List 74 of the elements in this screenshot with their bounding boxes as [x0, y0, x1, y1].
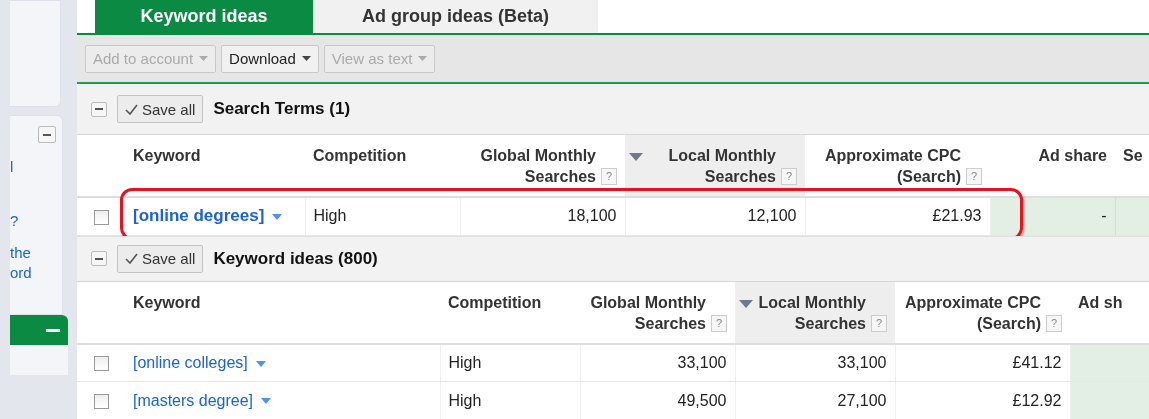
sidebar-panel [10, 345, 68, 375]
keyword-link[interactable]: [online degrees] [133, 206, 265, 226]
collapse-button[interactable] [38, 126, 56, 143]
column-label: Ad sh [1078, 292, 1123, 313]
keyword-link[interactable]: [online colleges] [133, 353, 248, 371]
column-header[interactable]: Keyword [125, 135, 305, 197]
column-label: Approximate CPC (Search) [823, 146, 961, 187]
table-cell: 12,100 [747, 207, 797, 225]
collapse-icon [46, 328, 60, 332]
tab[interactable]: Ad group ideas (Beta) [313, 0, 598, 33]
sort-arrow-icon[interactable] [739, 299, 753, 308]
column-header[interactable]: Competition [305, 135, 460, 197]
sidebar-link[interactable]: the [10, 244, 31, 261]
column-label: Approximate CPC (Search) [903, 292, 1041, 334]
column-label: Competition [448, 292, 542, 313]
column-header[interactable]: Keyword [125, 281, 440, 344]
tab[interactable]: Keyword ideas [95, 0, 313, 33]
sidebar-link[interactable]: l [10, 158, 14, 175]
caret-icon [301, 56, 311, 61]
table-cell: - [990, 197, 1115, 235]
table-cell: High [448, 353, 482, 371]
column-header[interactable]: Approximate CPC (Search) ? [805, 135, 990, 197]
help-icon[interactable]: ? [711, 314, 727, 332]
caret-icon [199, 56, 209, 61]
sidebar-link[interactable]: ? [10, 212, 19, 229]
keyword-link[interactable]: [masters degree] [133, 391, 254, 409]
column-label: Local Monthly Searches [757, 292, 866, 334]
table-cell: High [313, 207, 347, 225]
section-title: Keyword ideas (800) [213, 248, 378, 269]
row-checkbox[interactable] [93, 393, 109, 409]
sidebar-link[interactable]: ord [10, 264, 32, 281]
column-header[interactable]: Local Monthly Searches ? [625, 135, 805, 197]
table-cell: 27,100 [837, 391, 887, 409]
collapse-button[interactable] [91, 101, 107, 117]
save-all-button[interactable]: Save all [117, 244, 204, 273]
caret-icon[interactable] [261, 398, 272, 405]
table-cell: £41.12 [1012, 353, 1062, 371]
column-label: Se [1123, 146, 1143, 166]
caret-icon [418, 56, 428, 61]
collapse-button[interactable] [91, 251, 107, 266]
column-header[interactable]: Ad sh [1070, 281, 1149, 344]
caret-icon[interactable] [272, 214, 283, 220]
table-cell: High [448, 391, 482, 409]
table-cell: 33,100 [837, 353, 887, 371]
help-icon[interactable]: ? [871, 314, 887, 332]
toolbar-button[interactable]: Download [221, 44, 319, 73]
column-label: Global Monthly Searches [589, 292, 706, 334]
help-icon[interactable]: ? [601, 168, 617, 185]
column-header[interactable]: Approximate CPC (Search) ? [895, 281, 1070, 344]
table-cell: 18,100 [567, 207, 617, 225]
help-icon[interactable]: ? [966, 168, 982, 185]
table-cell: £12.92 [1012, 391, 1062, 409]
column-label: Global Monthly Searches [479, 146, 596, 187]
column-label: Keyword [133, 146, 201, 166]
column-label: Local Monthly Searches [667, 146, 776, 187]
table-cell: £21.93 [932, 207, 982, 225]
table-cell: 49,500 [677, 391, 727, 409]
column-label: Ad share [1038, 146, 1107, 166]
row-checkbox[interactable] [93, 356, 109, 371]
check-icon [125, 103, 138, 115]
row-checkbox[interactable] [93, 209, 109, 225]
help-icon[interactable]: ? [781, 168, 797, 185]
sort-arrow-icon[interactable] [629, 153, 643, 161]
help-icon[interactable]: ? [1046, 314, 1062, 332]
check-icon [125, 253, 138, 264]
column-label: Competition [313, 146, 407, 166]
column-header[interactable]: Competition [440, 281, 580, 344]
section-title: Search Terms (1) [213, 99, 351, 119]
caret-icon[interactable] [255, 360, 266, 367]
column-header[interactable]: Local Monthly Searches ? [735, 281, 895, 344]
save-all-button[interactable]: Save all [117, 95, 204, 123]
panel-header[interactable] [10, 315, 68, 345]
column-label: Keyword [133, 292, 201, 313]
table-cell: 33,100 [677, 353, 727, 371]
